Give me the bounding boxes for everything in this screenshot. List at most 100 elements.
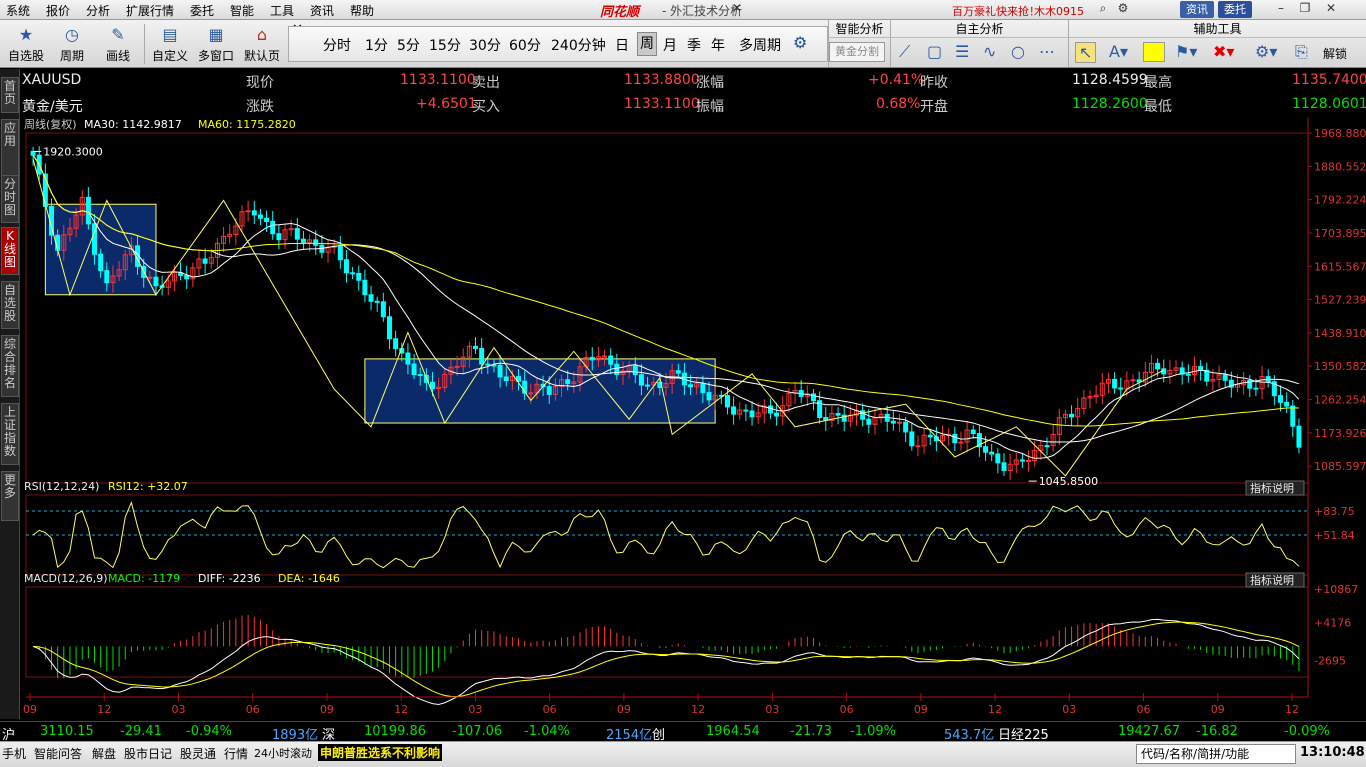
delete-icon[interactable]: ✖▾ (1213, 42, 1234, 61)
period-240m[interactable]: 240分钟 (551, 35, 606, 55)
menu-trade[interactable]: 委托 (190, 2, 214, 19)
unlock-button[interactable]: 解锁 (1323, 45, 1347, 62)
menu-tools[interactable]: 工具 (270, 2, 294, 19)
color-picker[interactable] (1143, 42, 1165, 62)
search-icon[interactable]: ⌕ (1092, 1, 1114, 18)
status-qa[interactable]: 智能问答 (34, 745, 82, 762)
menu-extended[interactable]: 扩展行情 (126, 2, 174, 19)
period-icon: ◷ (65, 25, 79, 44)
period-year[interactable]: 年 (711, 35, 725, 55)
circle-tool-icon[interactable]: ○ (1011, 42, 1025, 61)
scrolling-news[interactable]: 申朗普胜选系不利影响 (318, 744, 443, 761)
period-15m[interactable]: 15分 (429, 35, 461, 55)
candle (497, 364, 503, 378)
more-tools-icon[interactable]: ⋯ (1039, 42, 1055, 61)
custom-tool[interactable]: ▤ 自定义 (150, 22, 190, 64)
news-button[interactable]: 资讯 (1180, 1, 1214, 18)
period-quarter[interactable]: 季 (687, 35, 701, 55)
ticker-item: 3110.15 (40, 724, 94, 739)
rect-tool-icon[interactable]: ▢ (927, 42, 942, 61)
macd-value-label: MACD: -1179 (108, 572, 180, 585)
channel-tool-icon[interactable]: ☰ (955, 42, 969, 61)
period-month[interactable]: 月 (663, 35, 677, 55)
candle (245, 210, 251, 213)
wave-tool-icon[interactable]: ∿ (983, 42, 996, 61)
title-close-icon[interactable]: ✕ (726, 1, 748, 18)
period-30m[interactable]: 30分 (469, 35, 501, 55)
watchlist-tool[interactable]: ★ 自选股 (6, 22, 46, 64)
tab-timeshare[interactable]: 分时图 (1, 175, 19, 223)
candle (675, 370, 681, 374)
candle (983, 446, 989, 453)
period-1m[interactable]: 1分 (365, 35, 388, 55)
kline-chart[interactable]: 1968.880 1880.552 1792.224 1703.895 1615.567… (20, 117, 1366, 721)
cursor-icon[interactable]: ↖ (1075, 42, 1097, 63)
bookmark-icon[interactable]: ⚑▾ (1175, 42, 1197, 61)
period-timeshare[interactable]: 分时 (323, 35, 351, 55)
candle (589, 356, 595, 361)
gear-icon[interactable]: ⚙ (793, 33, 807, 52)
multiwindow-tool[interactable]: ▦ 多窗口 (196, 22, 236, 64)
candle (1277, 395, 1283, 403)
ticker-item: -0.94% (186, 724, 232, 739)
candle (645, 384, 651, 387)
rsi-tick-label: +51.84 (1314, 529, 1355, 542)
tab-apps[interactable]: 应用 (1, 119, 19, 183)
tab-more[interactable]: 更多 (1, 471, 19, 521)
tab-ranking[interactable]: 综合排名 (1, 335, 19, 397)
x-tick-label: 09 (914, 703, 928, 716)
menu-help[interactable]: 帮助 (350, 2, 374, 19)
window-close-icon[interactable]: ✕ (1320, 1, 1342, 18)
minimize-icon[interactable]: – (1270, 1, 1292, 18)
period-5m[interactable]: 5分 (397, 35, 420, 55)
pen-icon: ✎ (111, 25, 125, 44)
line-tool-icon[interactable]: ⟋ (899, 42, 910, 62)
zigzag-line (32, 158, 1164, 477)
candle (952, 433, 958, 444)
candle (362, 279, 368, 296)
quote-label: 买入 (472, 99, 500, 115)
golden-split-button[interactable]: 黄金分割 (829, 42, 885, 62)
draw-tool[interactable]: ✎ 画线 (98, 22, 138, 64)
tab-home[interactable]: 首页 (1, 77, 19, 113)
search-input[interactable]: 代码/名称/简拼/功能 (1136, 744, 1296, 764)
period-tool[interactable]: ◷ 周期 (52, 22, 92, 64)
quote-label: 涨幅 (696, 75, 724, 91)
x-tick-label: 06 (543, 703, 557, 716)
menu-analysis[interactable]: 分析 (86, 2, 110, 19)
menu-system[interactable]: 系统 (6, 2, 30, 19)
candle (724, 395, 730, 408)
trade-button[interactable]: 委托 (1218, 1, 1252, 18)
menu-quote[interactable]: 报价 (46, 2, 70, 19)
menu-news[interactable]: 资讯 (310, 2, 334, 19)
ticker-item: -16.82 (1196, 724, 1238, 739)
text-tool-icon[interactable]: A▾ (1109, 42, 1128, 61)
period-60m[interactable]: 60分 (509, 35, 541, 55)
candle (528, 392, 534, 395)
period-day[interactable]: 日 (615, 35, 629, 55)
user-name[interactable]: 木木0915 (1034, 3, 1084, 19)
candle (1118, 387, 1124, 390)
status-diary[interactable]: 股市日记 (124, 745, 172, 762)
status-market[interactable]: 行情 (224, 745, 248, 762)
status-bar: 手机 智能问答 解盘 股市日记 股灵通 行情 24小时滚动 申朗普胜选系不利影响… (0, 741, 1366, 767)
star-icon: ★ (18, 25, 34, 44)
candle (897, 421, 903, 424)
status-stock-tips[interactable]: 股灵通 (180, 745, 216, 762)
export-icon[interactable]: ⎘ (1295, 42, 1308, 62)
homepage-tool[interactable]: ⌂ 默认页 (242, 22, 282, 64)
smart-analysis-title[interactable]: 智能分析 (829, 20, 890, 38)
maximize-icon[interactable]: ❐ (1294, 1, 1316, 18)
status-commentary[interactable]: 解盘 (92, 745, 116, 762)
promo-link[interactable]: 百万豪礼快来抢！ (952, 3, 1040, 19)
tab-shanghai-index[interactable]: 上证指数 (1, 403, 19, 465)
period-week[interactable]: 周 (637, 32, 657, 56)
period-multi[interactable]: 多周期 (739, 35, 781, 55)
candle (767, 405, 773, 414)
status-mobile[interactable]: 手机 (2, 745, 26, 762)
tab-kline[interactable]: K线图 (1, 227, 19, 275)
menu-smart[interactable]: 智能 (230, 2, 254, 19)
gear-icon[interactable]: ⚙▾ (1255, 42, 1277, 61)
settings-icon[interactable]: ⚙ (1112, 1, 1134, 18)
tab-watchlist[interactable]: 自选股 (1, 281, 19, 329)
